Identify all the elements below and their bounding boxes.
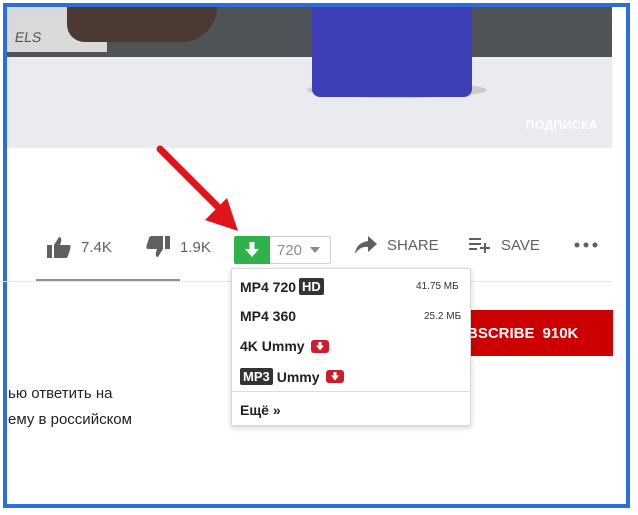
red-pointer-arrow: [156, 145, 238, 231]
menu-divider: [232, 391, 470, 392]
menu-item-label: MP4 360: [240, 308, 297, 324]
file-size: 25.2 МБ: [424, 311, 462, 322]
share-label: SHARE: [387, 236, 439, 254]
save-button[interactable]: SAVE: [469, 236, 540, 254]
more-dots-icon: [574, 242, 598, 248]
like-count: 7.4K: [81, 238, 112, 256]
video-player[interactable]: ELS ПОДПИСКА: [7, 7, 612, 148]
video-watermark: ПОДПИСКА: [525, 118, 598, 132]
share-icon: [355, 236, 377, 254]
file-size: 41.75 МБ: [416, 281, 459, 292]
quality-value: 720: [277, 241, 303, 259]
share-button[interactable]: SHARE: [355, 236, 439, 254]
menu-item-mp4-360[interactable]: MP4 360 25.2 МБ: [240, 308, 470, 324]
menu-more-link[interactable]: Ещё »: [240, 402, 281, 418]
download-button[interactable]: [234, 236, 270, 264]
description-line-2: ему в российском: [8, 411, 132, 428]
shirt-text: ELS: [13, 29, 43, 45]
subscriber-count: 910K: [542, 324, 579, 342]
playlist-add-icon: [469, 238, 490, 253]
thumbs-up-icon: [47, 237, 71, 258]
menu-item-4k-ummy[interactable]: 4K Ummy: [240, 338, 329, 354]
download-arrow-icon: [245, 242, 259, 257]
dislike-count: 1.9K: [180, 238, 211, 256]
mp3-badge: MP3: [240, 368, 273, 385]
video-table-surface: [7, 57, 612, 148]
download-menu: MP4 720 HD 41.75 МБ MP4 360 25.2 МБ 4K U…: [231, 268, 471, 426]
subscribe-button[interactable]: BSCRIBE 910K: [460, 310, 613, 356]
hd-badge: HD: [299, 278, 324, 295]
more-actions-button[interactable]: [574, 242, 598, 248]
ummy-download-icon: [325, 370, 344, 383]
ummy-download-icon: [310, 339, 329, 353]
menu-item-mp4-720[interactable]: MP4 720 HD 41.75 МБ: [240, 278, 459, 295]
quality-select[interactable]: 720: [270, 236, 331, 264]
menu-item-label: Ummy: [276, 368, 320, 385]
menu-item-label: MP4 720: [240, 278, 297, 295]
save-label: SAVE: [501, 236, 540, 254]
subscribe-label: BSCRIBE: [467, 324, 535, 342]
video-hand: [67, 7, 217, 42]
like-button[interactable]: 7.4K: [47, 236, 112, 258]
caret-down-icon: [310, 247, 321, 253]
description-line-1: ью ответить на: [8, 385, 113, 402]
menu-item-label: 4K Ummy: [240, 338, 305, 354]
menu-item-mp3-ummy[interactable]: MP3 Ummy: [240, 368, 344, 385]
video-blue-cube: [312, 7, 472, 97]
